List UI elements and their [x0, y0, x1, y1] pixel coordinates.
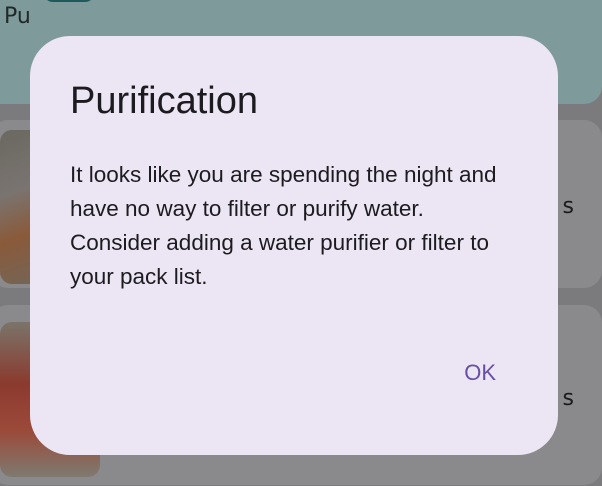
ok-button[interactable]: OK	[456, 356, 504, 390]
dialog-title: Purification	[70, 80, 258, 122]
category-label: Pu	[4, 4, 31, 29]
cup-icon	[43, 0, 95, 2]
dialog-message: It looks like you are spending the night…	[70, 162, 497, 289]
list-item-trailing-text: s	[562, 386, 574, 411]
alert-dialog: Purification It looks like you are spend…	[30, 36, 558, 455]
list-item-trailing-text: s	[562, 194, 574, 219]
